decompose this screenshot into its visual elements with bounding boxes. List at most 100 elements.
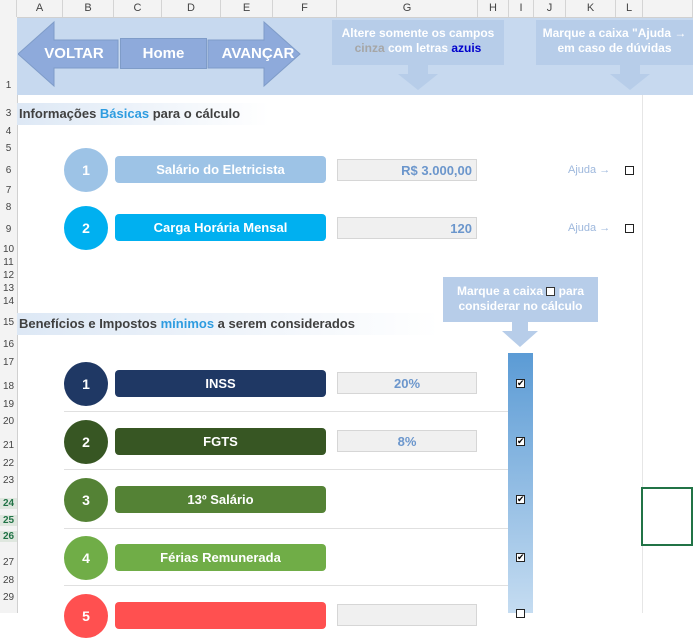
row-header[interactable]: 29 (0, 592, 17, 603)
hint-consider-text-a: Marque a caixa (456, 284, 547, 298)
benefit-1-checkbox[interactable]: ✔ (516, 379, 525, 388)
hint-consider-arrow (502, 321, 538, 347)
benefit-5-input[interactable] (337, 604, 477, 626)
benefit-2-checkbox[interactable]: ✔ (516, 437, 525, 446)
hint-consider-line1: Marque a caixa para (443, 277, 598, 299)
hint-consider-line2: considerar no cálculo (458, 299, 583, 313)
section-benefits-pre: Benefícios e Impostos (19, 316, 161, 331)
help-link-1[interactable]: Ajuda → (568, 164, 610, 176)
column-header-b[interactable]: B (63, 0, 114, 17)
column-header-c[interactable]: C (114, 0, 162, 17)
inss-input[interactable]: 20% (337, 372, 477, 394)
row-header[interactable]: 22 (0, 458, 17, 469)
column-header-f[interactable]: F (273, 0, 337, 17)
row-separator (64, 411, 508, 412)
help-link-2[interactable]: Ajuda → (568, 222, 610, 234)
column-header-j[interactable]: J (534, 0, 566, 17)
column-header-d[interactable]: D (162, 0, 221, 17)
row-header[interactable]: 21 (0, 440, 17, 451)
row-header[interactable]: 19 (0, 399, 17, 410)
section-benefits-highlight: mínimos (160, 316, 215, 331)
column-header-i[interactable]: I (509, 0, 534, 17)
hours-input[interactable]: 120 (337, 217, 477, 239)
row-header-bar: 1 3 4 5 6 7 8 9 10 11 12 13 14 15 16 17 … (0, 17, 18, 613)
row-header[interactable]: 13 (0, 283, 17, 294)
column-header-k[interactable]: K (566, 0, 616, 17)
row-header[interactable]: 14 (0, 296, 17, 307)
hint-fields-arrow (398, 64, 438, 90)
row-header-selected[interactable]: 25 (0, 515, 17, 526)
column-header-m[interactable] (643, 0, 693, 17)
row-header[interactable]: 23 (0, 475, 17, 486)
row-header[interactable]: 6 (0, 165, 17, 176)
row-header[interactable]: 17 (0, 357, 17, 368)
help-checkbox-1[interactable] (625, 166, 634, 175)
row-header[interactable]: 11 (0, 257, 17, 268)
selected-cell[interactable] (641, 487, 693, 546)
hint-fields-line2: cinza com letras azuis (332, 41, 504, 56)
row-header[interactable]: 16 (0, 339, 17, 350)
hint-consider-box: Marque a caixa para considerar no cálcul… (443, 277, 598, 322)
row-header-selected[interactable]: 26 (0, 531, 17, 542)
column-header-h[interactable]: H (478, 0, 509, 17)
row-header[interactable]: 10 (0, 244, 17, 255)
column-header-bar: A B C D E F G H I J K L (0, 0, 693, 18)
hint-blue-word: azuis (451, 41, 482, 55)
salary-input[interactable]: R$ 3.000,00 (337, 159, 477, 181)
select-all-corner[interactable] (0, 0, 17, 17)
column-header-l[interactable]: L (616, 0, 643, 17)
row-header[interactable]: 12 (0, 270, 17, 281)
hint-consider-text-b: para (555, 284, 585, 298)
row-header[interactable]: 7 (0, 185, 17, 196)
hint-mid-text: com letras (384, 41, 452, 55)
fgts-input[interactable]: 8% (337, 430, 477, 452)
row-header[interactable]: 27 (0, 557, 17, 568)
row-header-selected[interactable]: 24 (0, 498, 17, 509)
row-header[interactable]: 28 (0, 575, 17, 586)
home-button[interactable]: Home (120, 38, 207, 69)
hint-help-line2: em caso de dúvidas (557, 41, 672, 55)
row-header[interactable]: 1 (0, 80, 17, 91)
hint-fields-box: Altere somente os campos cinza com letra… (332, 20, 504, 65)
benefit-2-number: 2 (64, 420, 108, 464)
hint-help-arrow (610, 64, 650, 90)
back-button[interactable]: VOLTAR (30, 38, 118, 69)
benefit-5-label (115, 602, 326, 629)
section-benefits-title: Benefícios e Impostos mínimos a serem co… (17, 313, 439, 335)
basic-item-2-number: 2 (64, 206, 108, 250)
basic-item-1-label: Salário do Eletricista (115, 156, 326, 183)
section-basic-pre: Informações (19, 106, 100, 121)
benefit-1-number: 1 (64, 362, 108, 406)
hint-help-box: Marque a caixa "Ajuda → em caso de dúvid… (536, 20, 693, 65)
section-basic-highlight: Básicas (99, 106, 150, 121)
help-checkbox-2[interactable] (625, 224, 634, 233)
benefit-4-checkbox[interactable]: ✔ (516, 553, 525, 562)
benefit-5-number: 5 (64, 594, 108, 638)
row-header[interactable]: 18 (0, 381, 17, 392)
row-header[interactable]: 9 (0, 224, 17, 235)
benefit-3-checkbox[interactable]: ✔ (516, 495, 525, 504)
row-header[interactable]: 4 (0, 126, 17, 137)
benefit-1-label: INSS (115, 370, 326, 397)
benefit-2-label: FGTS (115, 428, 326, 455)
hint-fields-line1: Altere somente os campos (341, 26, 495, 40)
benefit-3-number: 3 (64, 478, 108, 522)
next-button[interactable]: AVANÇAR (210, 38, 306, 69)
column-header-a[interactable]: A (17, 0, 63, 17)
hint-gray-word: cinza (354, 41, 385, 55)
hint-help-line1: Marque a caixa "Ajuda → (542, 26, 687, 40)
row-separator (64, 469, 508, 470)
benefit-5-checkbox[interactable] (516, 609, 525, 618)
section-basic-post: para o cálculo (149, 106, 241, 121)
row-header[interactable]: 3 (0, 108, 17, 119)
row-header[interactable]: 15 (0, 317, 17, 328)
section-basic-title: Informações Básicas para o cálculo (17, 103, 269, 125)
column-header-e[interactable]: E (221, 0, 273, 17)
row-header[interactable]: 8 (0, 202, 17, 213)
section-benefits-post: a serem considerados (214, 316, 355, 331)
row-header[interactable]: 5 (0, 143, 17, 154)
row-header[interactable]: 20 (0, 416, 17, 427)
column-header-g[interactable]: G (337, 0, 478, 17)
benefit-4-label: Férias Remunerada (115, 544, 326, 571)
checkbox-sample-icon (546, 287, 556, 297)
